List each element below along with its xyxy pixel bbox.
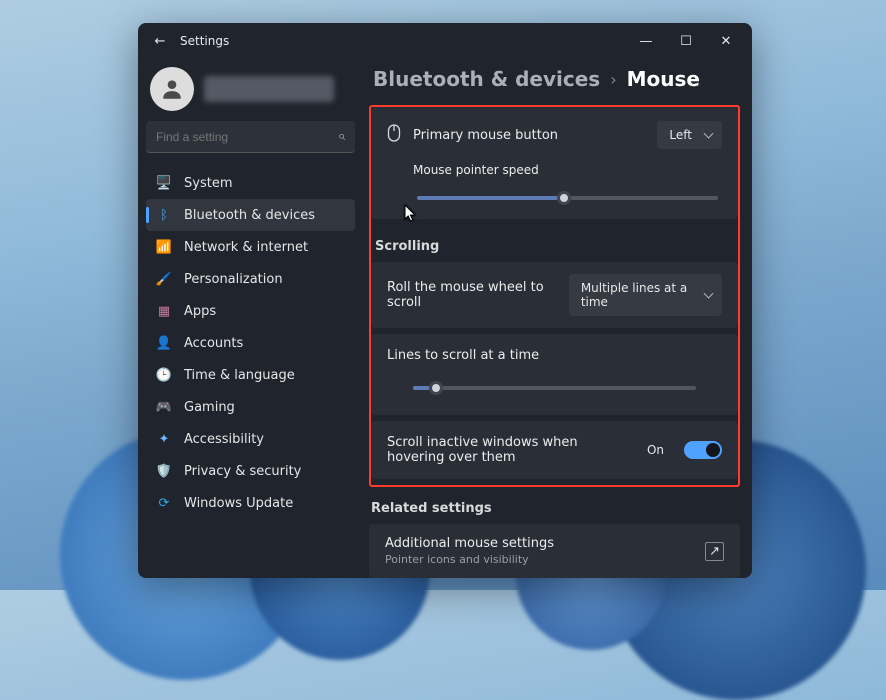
related-settings-header: Related settings bbox=[369, 487, 740, 524]
sidebar-item-personalization[interactable]: 🖌️ Personalization bbox=[146, 263, 355, 295]
sidebar-item-bluetooth-devices[interactable]: ᛒ Bluetooth & devices bbox=[146, 199, 355, 231]
pointer-speed-slider[interactable] bbox=[417, 191, 718, 205]
sidebar-item-system[interactable]: 🖥️ System bbox=[146, 167, 355, 199]
search-icon: ⌕ bbox=[338, 129, 345, 144]
titlebar: ← Settings — ☐ ✕ bbox=[138, 23, 752, 59]
maximize-button[interactable]: ☐ bbox=[666, 25, 706, 57]
highlighted-region: Primary mouse button Left Mouse pointer … bbox=[369, 105, 740, 487]
primary-mouse-card: Primary mouse button Left Mouse pointer … bbox=[371, 107, 738, 219]
arrow-left-icon: ← bbox=[155, 34, 166, 49]
mouse-icon bbox=[387, 124, 401, 146]
open-external-icon: ↗ bbox=[705, 542, 724, 561]
sidebar-item-windows-update[interactable]: ⟳ Windows Update bbox=[146, 487, 355, 519]
sidebar-item-time-language[interactable]: 🕒 Time & language bbox=[146, 359, 355, 391]
minimize-button[interactable]: — bbox=[626, 25, 666, 57]
nav-icon: ✦ bbox=[156, 431, 172, 447]
wheel-mode-card: Roll the mouse wheel to scroll Multiple … bbox=[371, 262, 738, 328]
nav-label: Accessibility bbox=[184, 432, 264, 447]
nav-icon: 📶 bbox=[156, 239, 172, 255]
nav-label: Apps bbox=[184, 304, 216, 319]
app-title: Settings bbox=[180, 34, 229, 48]
sidebar-item-network-internet[interactable]: 📶 Network & internet bbox=[146, 231, 355, 263]
person-icon bbox=[159, 76, 185, 102]
nav-label: System bbox=[184, 176, 232, 191]
sidebar: ⌕ 🖥️ System ᛒ Bluetooth & devices 📶 Network &… bbox=[138, 59, 363, 578]
inactive-scroll-toggle[interactable] bbox=[684, 441, 722, 459]
inactive-scroll-state: On bbox=[647, 443, 664, 457]
nav-label: Windows Update bbox=[184, 496, 293, 511]
breadcrumb-current: Mouse bbox=[627, 67, 700, 91]
nav-label: Accounts bbox=[184, 336, 243, 351]
nav-label: Privacy & security bbox=[184, 464, 301, 479]
breadcrumb: Bluetooth & devices › Mouse bbox=[369, 59, 740, 105]
additional-mouse-sub: Pointer icons and visibility bbox=[385, 553, 554, 566]
close-icon: ✕ bbox=[721, 34, 732, 49]
avatar bbox=[150, 67, 194, 111]
nav-icon: 🎮 bbox=[156, 399, 172, 415]
chevron-right-icon: › bbox=[610, 70, 616, 89]
lines-at-time-label: Lines to scroll at a time bbox=[387, 348, 722, 363]
profile-block[interactable] bbox=[146, 63, 355, 121]
sidebar-item-accounts[interactable]: 👤 Accounts bbox=[146, 327, 355, 359]
nav-label: Network & internet bbox=[184, 240, 308, 255]
nav-icon: 👤 bbox=[156, 335, 172, 351]
sidebar-item-privacy-security[interactable]: 🛡️ Privacy & security bbox=[146, 455, 355, 487]
inactive-scroll-card: Scroll inactive windows when hovering ov… bbox=[371, 421, 738, 479]
lines-at-time-card: Lines to scroll at a time bbox=[371, 334, 738, 415]
inactive-scroll-label: Scroll inactive windows when hovering ov… bbox=[387, 435, 597, 465]
nav-icon: 🛡️ bbox=[156, 463, 172, 479]
additional-mouse-title: Additional mouse settings bbox=[385, 536, 554, 551]
settings-window: ← Settings — ☐ ✕ ⌕ 🖥️ System ᛒ Bluetooth & … bbox=[138, 23, 752, 578]
sidebar-item-apps[interactable]: ▦ Apps bbox=[146, 295, 355, 327]
primary-mouse-dropdown[interactable]: Left bbox=[657, 121, 722, 149]
back-button[interactable]: ← bbox=[144, 25, 176, 57]
close-button[interactable]: ✕ bbox=[706, 25, 746, 57]
wheel-mode-label: Roll the mouse wheel to scroll bbox=[387, 280, 545, 310]
nav-icon: 🖌️ bbox=[156, 271, 172, 287]
search-input[interactable] bbox=[156, 130, 338, 144]
nav-icon: 🕒 bbox=[156, 367, 172, 383]
maximize-icon: ☐ bbox=[680, 34, 692, 49]
lines-at-time-slider[interactable] bbox=[413, 381, 696, 395]
sidebar-item-gaming[interactable]: 🎮 Gaming bbox=[146, 391, 355, 423]
nav-label: Time & language bbox=[184, 368, 295, 383]
breadcrumb-parent[interactable]: Bluetooth & devices bbox=[373, 67, 600, 91]
content-pane: Bluetooth & devices › Mouse Primary mous… bbox=[363, 59, 752, 578]
primary-mouse-label: Primary mouse button bbox=[413, 128, 558, 143]
nav-label: Personalization bbox=[184, 272, 283, 287]
scrolling-header: Scrolling bbox=[371, 225, 738, 262]
nav-label: Bluetooth & devices bbox=[184, 208, 315, 223]
nav-icon: ᛒ bbox=[156, 207, 172, 223]
pointer-speed-label: Mouse pointer speed bbox=[413, 163, 722, 177]
wheel-mode-dropdown[interactable]: Multiple lines at a time bbox=[569, 274, 722, 316]
profile-name-redacted bbox=[204, 76, 334, 102]
nav-label: Gaming bbox=[184, 400, 235, 415]
sidebar-item-accessibility[interactable]: ✦ Accessibility bbox=[146, 423, 355, 455]
nav-icon: ⟳ bbox=[156, 495, 172, 511]
nav-icon: ▦ bbox=[156, 303, 172, 319]
nav-list: 🖥️ System ᛒ Bluetooth & devices 📶 Network & i… bbox=[146, 167, 355, 519]
minimize-icon: — bbox=[640, 34, 653, 49]
additional-mouse-card[interactable]: Additional mouse settings Pointer icons … bbox=[369, 524, 740, 578]
nav-icon: 🖥️ bbox=[156, 175, 172, 191]
search-box[interactable]: ⌕ bbox=[146, 121, 355, 153]
